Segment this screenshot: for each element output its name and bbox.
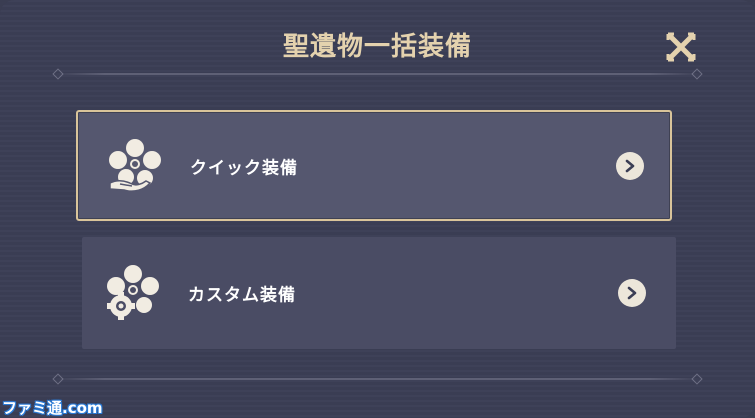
chevron-right-icon [618,279,646,307]
bottom-divider [52,373,703,385]
quick-equip-label: クイック装備 [190,158,298,178]
chevron-right-icon [616,151,644,180]
close-icon [666,32,696,62]
quick-equip-button[interactable]: クイック装備 [76,110,672,221]
artifact-flower-hand-icon [109,138,161,192]
artifact-flower-gear-icon [107,265,159,320]
dialog-title: 聖遺物一括装備 [282,32,472,62]
top-divider [52,68,703,80]
equip-dialog: 聖遺物一括装備 クイック装備 カスタム装備 ファミ通.com [0,0,755,418]
custom-equip-button[interactable]: カスタム装備 [82,237,676,349]
close-button[interactable] [662,28,700,66]
custom-equip-label: カスタム装備 [188,285,296,306]
site-watermark: ファミ通.com [2,399,103,417]
